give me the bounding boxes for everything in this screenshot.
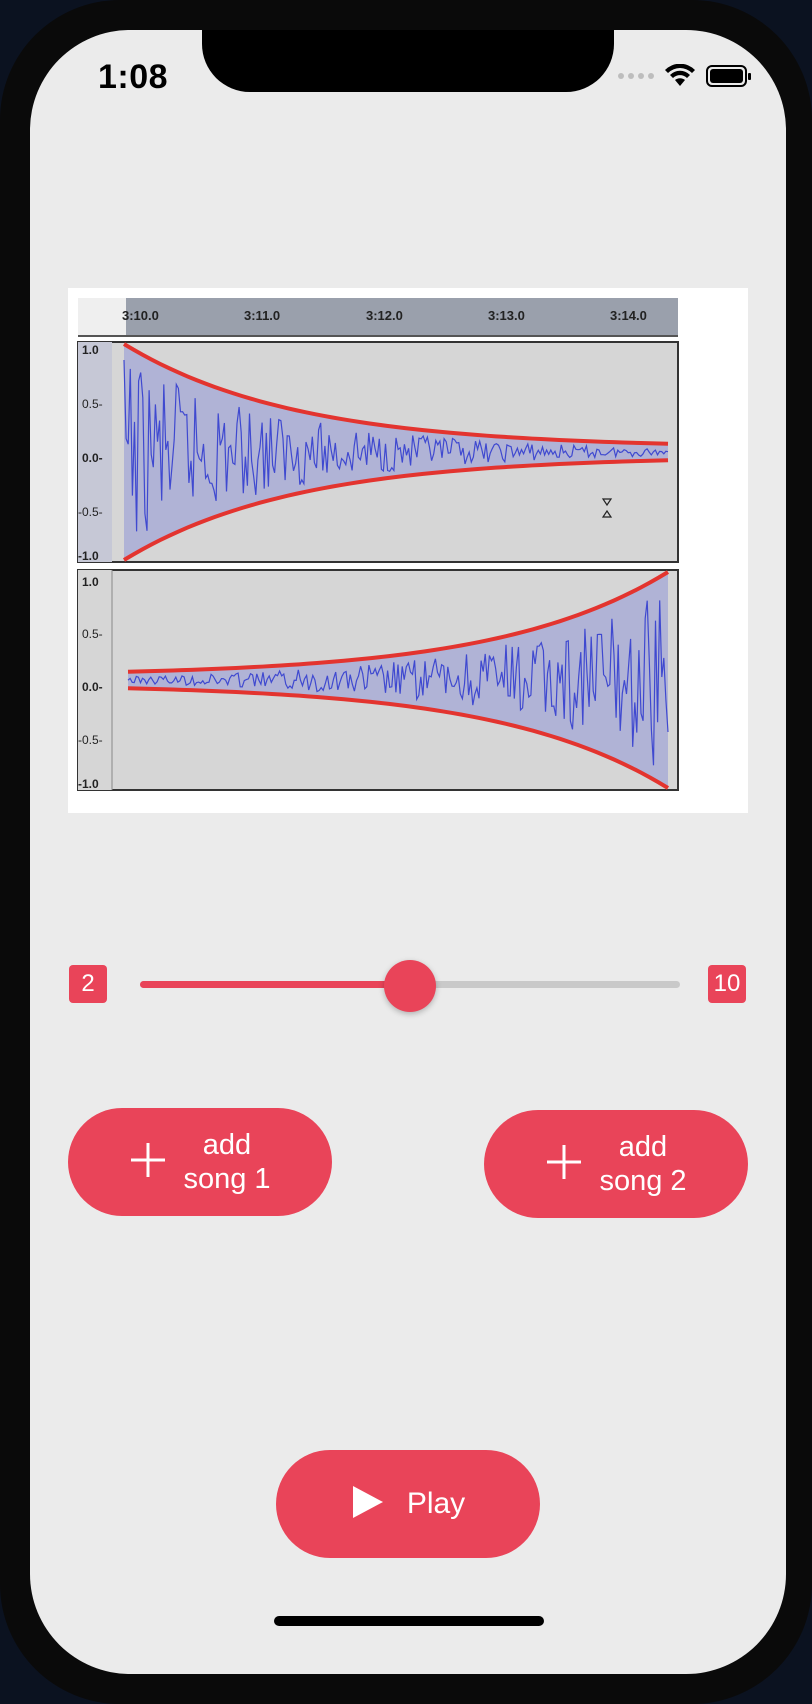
waveform-graphic: 3:10.0 3:11.0 3:12.0 3:13.0 3:14.0 1.0 0… [77,298,679,791]
add-song-2-button[interactable]: add song 2 [484,1110,748,1218]
cellular-signal-icon [618,73,654,79]
waveform-image: 3:10.0 3:11.0 3:12.0 3:13.0 3:14.0 1.0 0… [68,288,748,813]
ruler-label-2: 3:12.0 [366,308,403,323]
track2-axis-label-0: 1.0 [82,575,99,589]
track1-axis-label-1: 0.5- [82,397,103,411]
track1-axis-label-0: 1.0 [82,343,99,357]
wifi-icon [664,64,696,88]
status-time: 1:08 [98,58,169,96]
play-icon [351,1484,385,1525]
battery-icon [706,64,752,88]
add-song-1-button[interactable]: add song 1 [68,1108,332,1216]
crossfade-slider[interactable] [140,960,680,1012]
plus-icon [545,1138,583,1190]
add-song-2-label: add song 2 [599,1130,686,1198]
device-notch [202,30,614,92]
ruler-label-1: 3:11.0 [244,308,280,323]
slider-max-badge: 10 [708,965,746,1003]
track2-axis-label-1: 0.5- [82,627,103,641]
add-song-1-label: add song 1 [183,1128,270,1196]
slider-fill [140,981,410,988]
ruler-label-4: 3:14.0 [610,308,647,323]
status-icons [618,64,752,88]
track1-axis-label-4: -1.0 [78,549,99,563]
track2-axis-label-2: 0.0- [82,680,103,694]
slider-thumb[interactable] [384,960,436,1012]
ruler-label-3: 3:13.0 [488,308,525,323]
add-song-2-line2: song 2 [599,1165,687,1197]
app-screen: 1:08 3:10.0 3:11.0 3:12.0 3:13.0 3:14.0 … [30,30,786,1674]
ruler-label-0: 3:10.0 [122,308,159,323]
track2-axis-label-4: -1.0 [78,777,99,791]
plus-icon [129,1136,167,1188]
device-bezel: 1:08 3:10.0 3:11.0 3:12.0 3:13.0 3:14.0 … [0,0,812,1704]
add-song-1-line2: song 1 [183,1163,271,1195]
add-song-1-line1: add [202,1129,252,1161]
play-button[interactable]: Play [276,1450,540,1558]
add-song-2-line1: add [618,1131,668,1163]
track1-axis-label-3: -0.5- [78,505,103,519]
play-label: Play [406,1487,466,1520]
home-indicator [274,1616,544,1626]
track2-axis-label-3: -0.5- [78,733,103,747]
track1-axis-label-2: 0.0- [82,451,103,465]
slider-min-badge: 2 [69,965,107,1003]
